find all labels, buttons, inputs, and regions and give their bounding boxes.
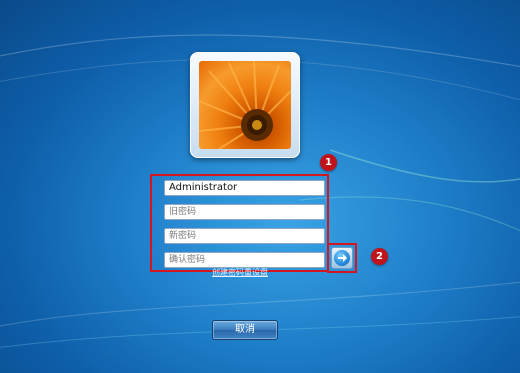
new-password-field[interactable]: 新密码 xyxy=(164,228,325,244)
create-reset-disk-link[interactable]: 创建密码重设盘 xyxy=(212,268,278,277)
confirm-password-field[interactable]: 确认密码 xyxy=(164,252,325,268)
annotation-badge-2: 2 xyxy=(371,248,388,265)
old-password-field[interactable]: 旧密码 xyxy=(164,204,325,220)
right-arrow-icon xyxy=(334,250,350,266)
cancel-button[interactable]: 取消 xyxy=(212,320,278,340)
annotation-badge-1: 1 xyxy=(320,154,337,171)
submit-button[interactable] xyxy=(331,247,353,269)
user-avatar xyxy=(190,52,300,158)
orange-flower-icon xyxy=(199,61,291,149)
username-field[interactable]: Administrator xyxy=(164,180,325,196)
